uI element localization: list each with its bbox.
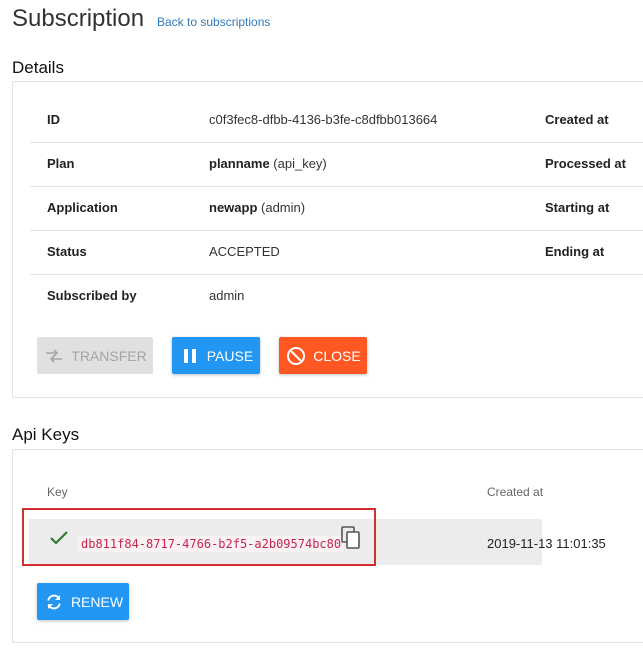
details-value-status: ACCEPTED [209, 244, 280, 259]
details-row-id: ID c0f3fec8-dfbb-4136-b3fe-c8dfbb013664 … [30, 98, 643, 143]
details-label-id: ID [47, 112, 60, 127]
close-button[interactable]: CLOSE [279, 337, 367, 374]
refresh-icon [43, 591, 65, 613]
details-value-id: c0f3fec8-dfbb-4136-b3fe-c8dfbb013664 [209, 112, 438, 127]
plan-name: planname [209, 156, 270, 171]
application-owner: (admin) [257, 200, 306, 215]
details-value-subscribed-by: admin [209, 288, 245, 303]
details-row-subscribed-by: Subscribed by admin [30, 274, 643, 318]
column-header-key: Key [47, 485, 68, 499]
details-label-application: Application [47, 200, 118, 215]
plan-security: (api_key) [269, 156, 327, 171]
details-label-processed-at: Processed at [545, 156, 626, 171]
block-icon [285, 345, 307, 367]
page-title: Subscription [12, 5, 145, 32]
details-row-application: Application newapp (admin) Starting at [30, 186, 643, 231]
details-label-created-at: Created at [545, 112, 609, 127]
details-value-application: newapp (admin) [209, 186, 305, 230]
close-label: CLOSE [313, 347, 361, 364]
transfer-button[interactable]: TRANSFER [37, 337, 153, 374]
back-to-subscriptions-link[interactable]: Back to subscriptions [157, 15, 270, 29]
pause-button[interactable]: PAUSE [172, 337, 260, 374]
pause-label: PAUSE [206, 347, 254, 364]
details-value-plan: planname (api_key) [209, 142, 327, 186]
details-label-subscribed-by: Subscribed by [47, 288, 137, 303]
renew-button[interactable]: RENEW [37, 583, 129, 620]
api-keys-section-title: Api Keys [12, 425, 80, 444]
api-key-created-at: 2019-11-13 11:01:35 [487, 536, 606, 551]
column-header-created-at: Created at [487, 485, 544, 499]
application-name: newapp [209, 200, 258, 215]
key-highlight-box [22, 508, 376, 566]
transfer-label: TRANSFER [71, 347, 147, 364]
details-label-status: Status [47, 244, 87, 259]
details-label-ending-at: Ending at [545, 244, 605, 259]
details-label-starting-at: Starting at [545, 200, 610, 215]
swap-horizontal-icon [43, 345, 65, 367]
details-row-plan: Plan planname (api_key) Processed at [30, 142, 643, 187]
details-section-title: Details [12, 58, 64, 77]
details-row-status: Status ACCEPTED Ending at [30, 230, 643, 275]
renew-label: RENEW [70, 593, 124, 610]
details-label-plan: Plan [47, 156, 75, 171]
pause-icon [179, 345, 201, 367]
